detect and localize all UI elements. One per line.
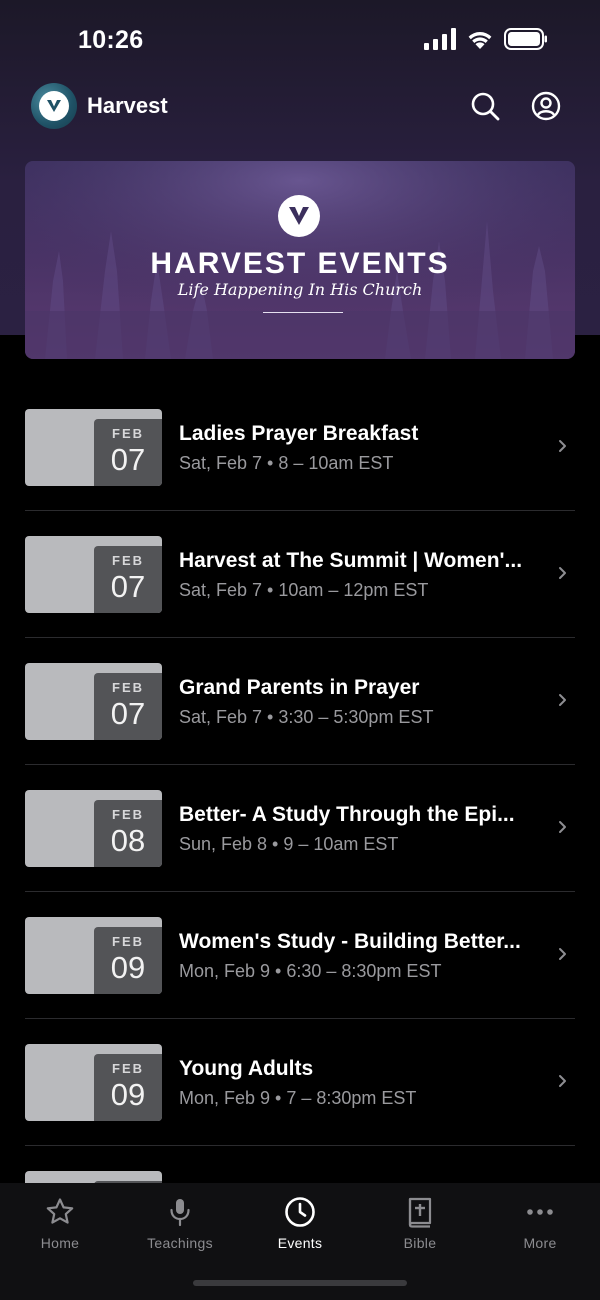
event-row[interactable]: FEB 09 Women's Study - Building Better..… — [25, 892, 575, 1019]
event-day: 07 — [110, 696, 146, 731]
tab-home[interactable]: Home — [0, 1195, 120, 1251]
event-day: 09 — [110, 1077, 146, 1112]
event-row[interactable]: FEB 07 Ladies Prayer Breakfast Sat, Feb … — [25, 384, 575, 511]
event-meta: Sat, Feb 7 • 3:30 – 5:30pm EST — [179, 707, 434, 727]
tab-more[interactable]: More — [480, 1195, 600, 1251]
tab-bible[interactable]: Bible — [360, 1195, 480, 1251]
event-row[interactable]: FEB 07 Grand Parents in Prayer Sat, Feb … — [25, 638, 575, 765]
tab-label: Bible — [403, 1235, 437, 1251]
status-time: 10:26 — [78, 26, 144, 54]
wifi-icon — [468, 32, 492, 49]
event-thumbnail: FEB 07 — [25, 536, 162, 613]
chevron-right-icon — [559, 440, 566, 452]
date-block: FEB 08 — [94, 800, 162, 867]
event-month: FEB — [112, 426, 144, 441]
banner-title: HARVEST EVENTS — [150, 247, 450, 280]
event-thumbnail: FEB 09 — [25, 1044, 162, 1121]
event-meta: Sat, Feb 7 • 10am – 12pm EST — [179, 580, 429, 600]
date-block: FEB 09 — [94, 1054, 162, 1121]
harvest-logo[interactable] — [31, 83, 77, 129]
date-block: FEB 07 — [94, 419, 162, 486]
home-indicator — [193, 1280, 407, 1286]
profile-button[interactable] — [530, 90, 562, 122]
status-bar: 10:26 — [0, 0, 600, 80]
event-row[interactable]: FEB 09 Young Adults Mon, Feb 9 • 7 – 8:3… — [25, 1019, 575, 1146]
event-title: Better- A Study Through the Epi... — [179, 803, 515, 826]
event-meta: Mon, Feb 9 • 6:30 – 8:30pm EST — [179, 961, 442, 981]
app-header: Harvest — [0, 80, 600, 134]
event-title: Ladies Prayer Breakfast — [179, 422, 419, 445]
event-title: Women's Study - Building Better... — [179, 930, 521, 953]
signal-icon — [424, 28, 456, 50]
banner-divider — [263, 312, 343, 313]
date-block: FEB 07 — [94, 546, 162, 613]
chevron-right-icon — [559, 821, 566, 833]
date-block: FEB 09 — [94, 927, 162, 994]
more-icon — [527, 1209, 553, 1215]
search-button[interactable] — [469, 90, 501, 122]
event-day: 09 — [110, 950, 146, 985]
event-day: 08 — [110, 823, 146, 858]
event-row[interactable]: FEB 07 Harvest at The Summit | Women'...… — [25, 511, 575, 638]
event-title: Grand Parents in Prayer — [179, 676, 420, 699]
tab-label: Events — [277, 1235, 323, 1251]
banner-subtitle: Life Happening In His Church — [177, 280, 423, 299]
event-meta: Mon, Feb 9 • 7 – 8:30pm EST — [179, 1088, 417, 1108]
chevron-right-icon — [559, 567, 566, 579]
event-month: FEB — [112, 680, 144, 695]
event-month: FEB — [112, 1061, 144, 1076]
status-icons — [424, 28, 548, 50]
user-icon — [531, 91, 561, 121]
bible-icon — [408, 1197, 432, 1228]
tab-label: More — [523, 1235, 557, 1251]
event-month: FEB — [112, 934, 144, 949]
star-icon — [46, 1198, 74, 1224]
event-thumbnail: FEB 07 — [25, 663, 162, 740]
tab-label: Home — [40, 1235, 80, 1251]
app-name: Harvest — [87, 93, 168, 118]
events-list: FEB 07 Ladies Prayer Breakfast Sat, Feb … — [25, 384, 575, 1248]
chevron-right-icon — [559, 1075, 566, 1087]
tab-teachings[interactable]: Teachings — [120, 1195, 240, 1251]
clock-icon — [285, 1197, 315, 1227]
chevron-right-icon — [559, 948, 566, 960]
event-meta: Sun, Feb 8 • 9 – 10am EST — [179, 834, 399, 854]
logo-mark-icon — [39, 91, 69, 121]
microphone-icon — [170, 1199, 190, 1227]
event-thumbnail: FEB 09 — [25, 917, 162, 994]
event-thumbnail: FEB 08 — [25, 790, 162, 867]
event-row[interactable]: FEB 08 Better- A Study Through the Epi..… — [25, 765, 575, 892]
tab-events[interactable]: Events — [240, 1195, 360, 1251]
event-day: 07 — [110, 569, 146, 604]
events-banner[interactable]: HARVEST EVENTS Life Happening In His Chu… — [25, 161, 575, 359]
event-month: FEB — [112, 807, 144, 822]
search-icon — [471, 92, 500, 121]
chevron-right-icon — [559, 694, 566, 706]
event-month: FEB — [112, 553, 144, 568]
event-meta: Sat, Feb 7 • 8 – 10am EST — [179, 453, 394, 473]
event-title: Harvest at The Summit | Women'... — [179, 549, 523, 572]
tab-label: Teachings — [147, 1235, 213, 1251]
event-day: 07 — [110, 442, 146, 477]
event-thumbnail: FEB 07 — [25, 409, 162, 486]
battery-icon — [504, 28, 547, 50]
event-title: Young Adults — [179, 1057, 314, 1080]
banner-logo-icon — [278, 195, 320, 237]
date-block: FEB 07 — [94, 673, 162, 740]
